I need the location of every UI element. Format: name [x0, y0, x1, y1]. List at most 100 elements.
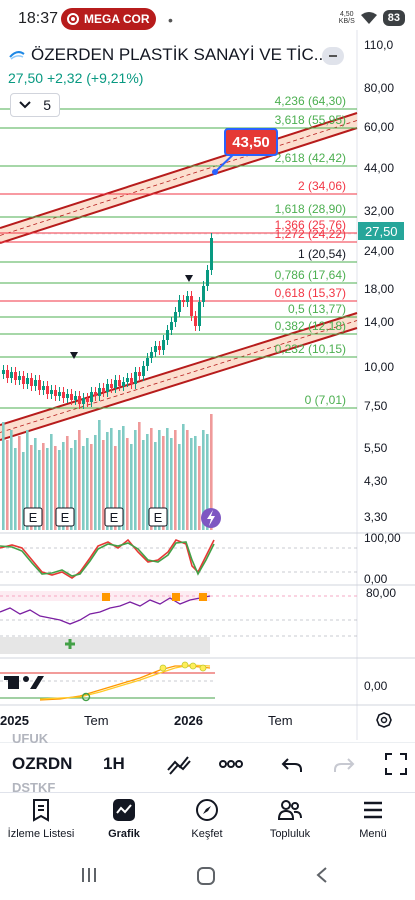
rsi-pane[interactable] — [0, 591, 357, 654]
price-axis-label: 80,00 — [364, 81, 394, 95]
fib-level-label: 0,5 (13,77) — [288, 302, 346, 316]
volume-bar — [186, 430, 189, 530]
volume-bar — [50, 434, 53, 530]
volume-bar — [98, 420, 101, 530]
candle-body — [10, 372, 13, 378]
fib-level-label: 1,272 (24,22) — [275, 227, 346, 241]
candle-body — [182, 300, 185, 302]
candle-body — [210, 238, 213, 270]
time-axis-label: Tem — [268, 713, 293, 728]
symbol-header[interactable]: ÖZERDEN PLASTİK SANAYİ VE TİC... — [8, 44, 348, 66]
candle-body — [150, 352, 153, 358]
screen-recording-indicator[interactable]: MEGA COR — [61, 8, 156, 30]
volume-bar — [90, 444, 93, 530]
price-axis-label: 10,00 — [364, 360, 394, 374]
notification-dot: • — [168, 12, 173, 28]
auto-scale-gear-icon[interactable] — [376, 712, 392, 728]
volume-bar — [94, 435, 97, 530]
lightning-icon[interactable] — [201, 508, 221, 528]
nav-explore[interactable]: Keşfet — [167, 798, 247, 840]
indicators-toggle-button[interactable]: 5 — [10, 93, 60, 117]
candle-body — [138, 372, 141, 376]
last-price: 27,50 — [8, 70, 44, 86]
current-price-tag: 27,50 — [358, 222, 404, 240]
price-axis[interactable]: 110,0 80,00 60,00 44,00 32,00 24,00 18,00 14,00… — [364, 38, 394, 524]
fib-level-label: 0,618 (15,37) — [275, 286, 346, 300]
previous-symbol-ghost[interactable]: UFUK — [12, 731, 48, 746]
status-time: 18:37 — [18, 10, 59, 27]
home-icon[interactable] — [196, 866, 216, 886]
nav-menu[interactable]: Menü — [333, 798, 413, 840]
volume-bar — [18, 436, 21, 530]
indicator-count: 5 — [43, 97, 51, 113]
fullscreen-icon[interactable] — [383, 752, 409, 776]
candle-body — [118, 380, 121, 386]
time-axis-label: 2025 — [0, 713, 29, 728]
undo-icon[interactable] — [280, 752, 306, 776]
price-axis-label: 14,00 — [364, 315, 394, 329]
candle-body — [106, 384, 109, 392]
volume-bar — [130, 444, 133, 530]
time-axis-label: Tem — [84, 713, 109, 728]
candle-body — [22, 376, 25, 384]
volume-bar — [198, 446, 201, 530]
wifi-icon — [360, 12, 377, 24]
redo-icon[interactable] — [330, 752, 356, 776]
fib-level-label: 0,232 (10,15) — [275, 342, 346, 356]
symbol-search-button[interactable]: OZRDN — [12, 754, 72, 774]
collapse-legend-button[interactable] — [322, 47, 344, 65]
price-axis-label: 18,00 — [364, 282, 394, 296]
record-icon — [67, 13, 79, 25]
back-icon[interactable] — [314, 866, 330, 884]
candle-body — [142, 366, 145, 376]
candle-body — [186, 296, 189, 302]
time-axis[interactable]: 2025 Tem 2026 Tem — [0, 713, 293, 728]
candle-body — [82, 398, 85, 404]
candle-body — [74, 396, 77, 400]
nav-chart[interactable]: Grafik — [84, 798, 164, 840]
candle-body — [58, 392, 61, 396]
candle-body — [146, 358, 149, 366]
volume-bar — [78, 430, 81, 530]
candle-body — [26, 378, 29, 384]
time-axis-label: 2026 — [174, 713, 203, 728]
candle-body — [34, 380, 37, 386]
macd-pane[interactable] — [0, 661, 215, 702]
fib-level-label: 1 (20,54) — [298, 247, 346, 261]
price-axis-label: 44,00 — [364, 161, 394, 175]
rsi-top-label: 80,00 — [366, 586, 396, 600]
candle-body — [154, 346, 157, 352]
candle-body — [54, 390, 57, 396]
candle-body — [130, 378, 133, 384]
interval-button[interactable]: 1H — [103, 754, 125, 774]
recording-label: MEGA COR — [84, 12, 150, 26]
stochastic-pane[interactable] — [0, 538, 357, 579]
candle-body — [38, 380, 41, 390]
price-axis-label: 4,30 — [364, 474, 388, 488]
oscillator-axis: 100,00 0,00 80,00 0,00 — [364, 531, 401, 693]
earnings-marker-label: E — [154, 510, 163, 525]
fib-level-label: 3,618 (55,95) — [275, 113, 346, 127]
svg-text:27,50: 27,50 — [365, 224, 398, 239]
drawing-tools-icon[interactable] — [166, 752, 192, 776]
nav-watchlist[interactable]: İzleme Listesi — [1, 798, 81, 840]
network-speed: 4,50 KB/S — [338, 11, 355, 25]
price-axis-label: 110,0 — [364, 38, 393, 52]
fib-level-label: 0,786 (17,64) — [275, 268, 346, 282]
volume-bar — [142, 440, 145, 530]
candle-body — [94, 392, 97, 396]
candle-body — [6, 370, 9, 378]
candle-body — [110, 384, 113, 388]
volume-bar — [102, 440, 105, 530]
price-chart[interactable]: 4,236 (64,30) 3,618 (55,95) 2,618 (42,42) 2… — [0, 30, 415, 740]
candle-body — [134, 372, 137, 384]
candle-body — [18, 376, 21, 380]
candle-body — [126, 378, 129, 382]
recent-apps-icon[interactable] — [80, 866, 98, 884]
more-options-icon[interactable] — [218, 752, 244, 776]
candle-body — [102, 388, 105, 392]
earnings-marker-label: E — [29, 510, 38, 525]
nav-community[interactable]: Topluluk — [250, 798, 330, 840]
candle-body — [170, 322, 173, 330]
price-axis-label: 3,30 — [364, 510, 388, 524]
